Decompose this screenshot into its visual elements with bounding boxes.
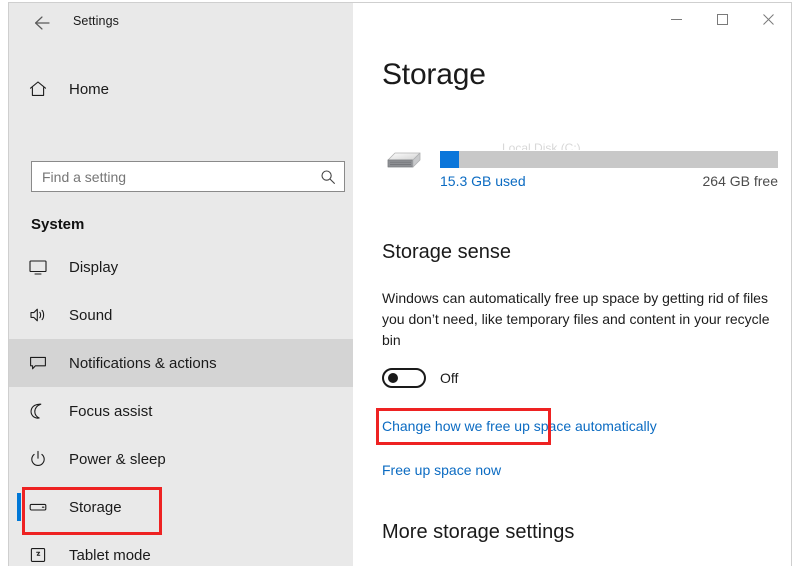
search-box[interactable]: [31, 161, 345, 192]
sidebar-item-tablet-mode[interactable]: Tablet mode: [9, 531, 353, 566]
back-button[interactable]: [21, 7, 63, 39]
sidebar-item-display[interactable]: Display: [9, 243, 353, 291]
free-up-space-now-link[interactable]: Free up space now: [382, 462, 501, 478]
sidebar-item-storage[interactable]: Storage: [9, 483, 353, 531]
search-input[interactable]: [32, 162, 312, 191]
title-bar: Settings: [9, 3, 791, 43]
home-icon: [15, 79, 61, 99]
storage-sense-description: Windows can automatically free up space …: [382, 290, 770, 348]
storage-used-label[interactable]: 15.3 GB used: [440, 173, 526, 189]
close-button[interactable]: [745, 3, 791, 35]
drive-label: Local Disk (C:): [502, 141, 581, 150]
close-icon: [762, 13, 774, 25]
storage-usage-bar-fill: [440, 151, 459, 168]
maximize-button[interactable]: [699, 3, 745, 35]
app-title: Settings: [73, 14, 119, 28]
storage-sense-heading: Storage sense: [382, 241, 511, 263]
minimize-button[interactable]: [653, 3, 699, 35]
sidebar-item-tablet-mode-label: Tablet mode: [69, 546, 151, 564]
storage-usage-bar: [440, 151, 778, 168]
tablet-icon: [15, 545, 61, 565]
sidebar-item-home[interactable]: Home: [9, 69, 353, 109]
search-icon[interactable]: [312, 162, 344, 191]
sidebar-item-focus-assist[interactable]: Focus assist: [9, 387, 353, 435]
back-arrow-icon: [33, 15, 51, 31]
sidebar-item-power-and-sleep-label: Power & sleep: [69, 450, 166, 468]
selection-indicator: [17, 493, 21, 521]
speaker-icon: [15, 305, 61, 325]
chat-bubble-icon: [15, 353, 61, 373]
storage-sense-toggle[interactable]: [382, 368, 426, 388]
hard-drive-icon: [384, 149, 424, 175]
sidebar-item-power-and-sleep[interactable]: Power & sleep: [9, 435, 353, 483]
toggle-knob: [388, 373, 398, 383]
monitor-icon: [15, 257, 61, 277]
drive-bar-icon: [15, 497, 61, 517]
sidebar-nav-list: Display Sound Notifications & actions Fo…: [9, 243, 353, 566]
maximize-icon: [716, 13, 728, 25]
sidebar-item-display-label: Display: [69, 258, 119, 276]
more-storage-settings-heading: More storage settings: [382, 521, 575, 543]
storage-sense-toggle-row: Off: [382, 368, 458, 388]
sidebar-item-sound[interactable]: Sound: [9, 291, 353, 339]
power-icon: [15, 449, 61, 469]
sidebar-item-focus-assist-label: Focus assist: [69, 402, 153, 420]
sidebar-item-notifications-and-actions[interactable]: Notifications & actions: [9, 339, 353, 387]
sidebar-item-sound-label: Sound: [69, 306, 113, 324]
moon-icon: [15, 401, 61, 421]
window-controls: [653, 3, 791, 35]
settings-window: Settings Home Find a setting System Disp…: [8, 2, 792, 566]
settings-window-screenshot: Settings Home Find a setting System Disp…: [0, 0, 800, 568]
sidebar-group-title: System: [31, 216, 85, 233]
page-title: Storage: [382, 58, 486, 91]
sidebar-item-notifications-and-actions-label: Notifications & actions: [69, 354, 217, 372]
sidebar: Home System: [9, 43, 353, 566]
sidebar-item-home-label: Home: [69, 80, 110, 98]
main-content: Storage Local Disk (C:) 15.3 GB used 264…: [353, 43, 791, 566]
storage-free-label: 264 GB free: [702, 173, 779, 189]
storage-sense-toggle-state: Off: [440, 370, 459, 386]
sidebar-item-storage-label: Storage: [69, 498, 122, 516]
minimize-icon: [670, 14, 682, 25]
change-free-up-space-automatically-link[interactable]: Change how we free up space automaticall…: [382, 418, 657, 434]
